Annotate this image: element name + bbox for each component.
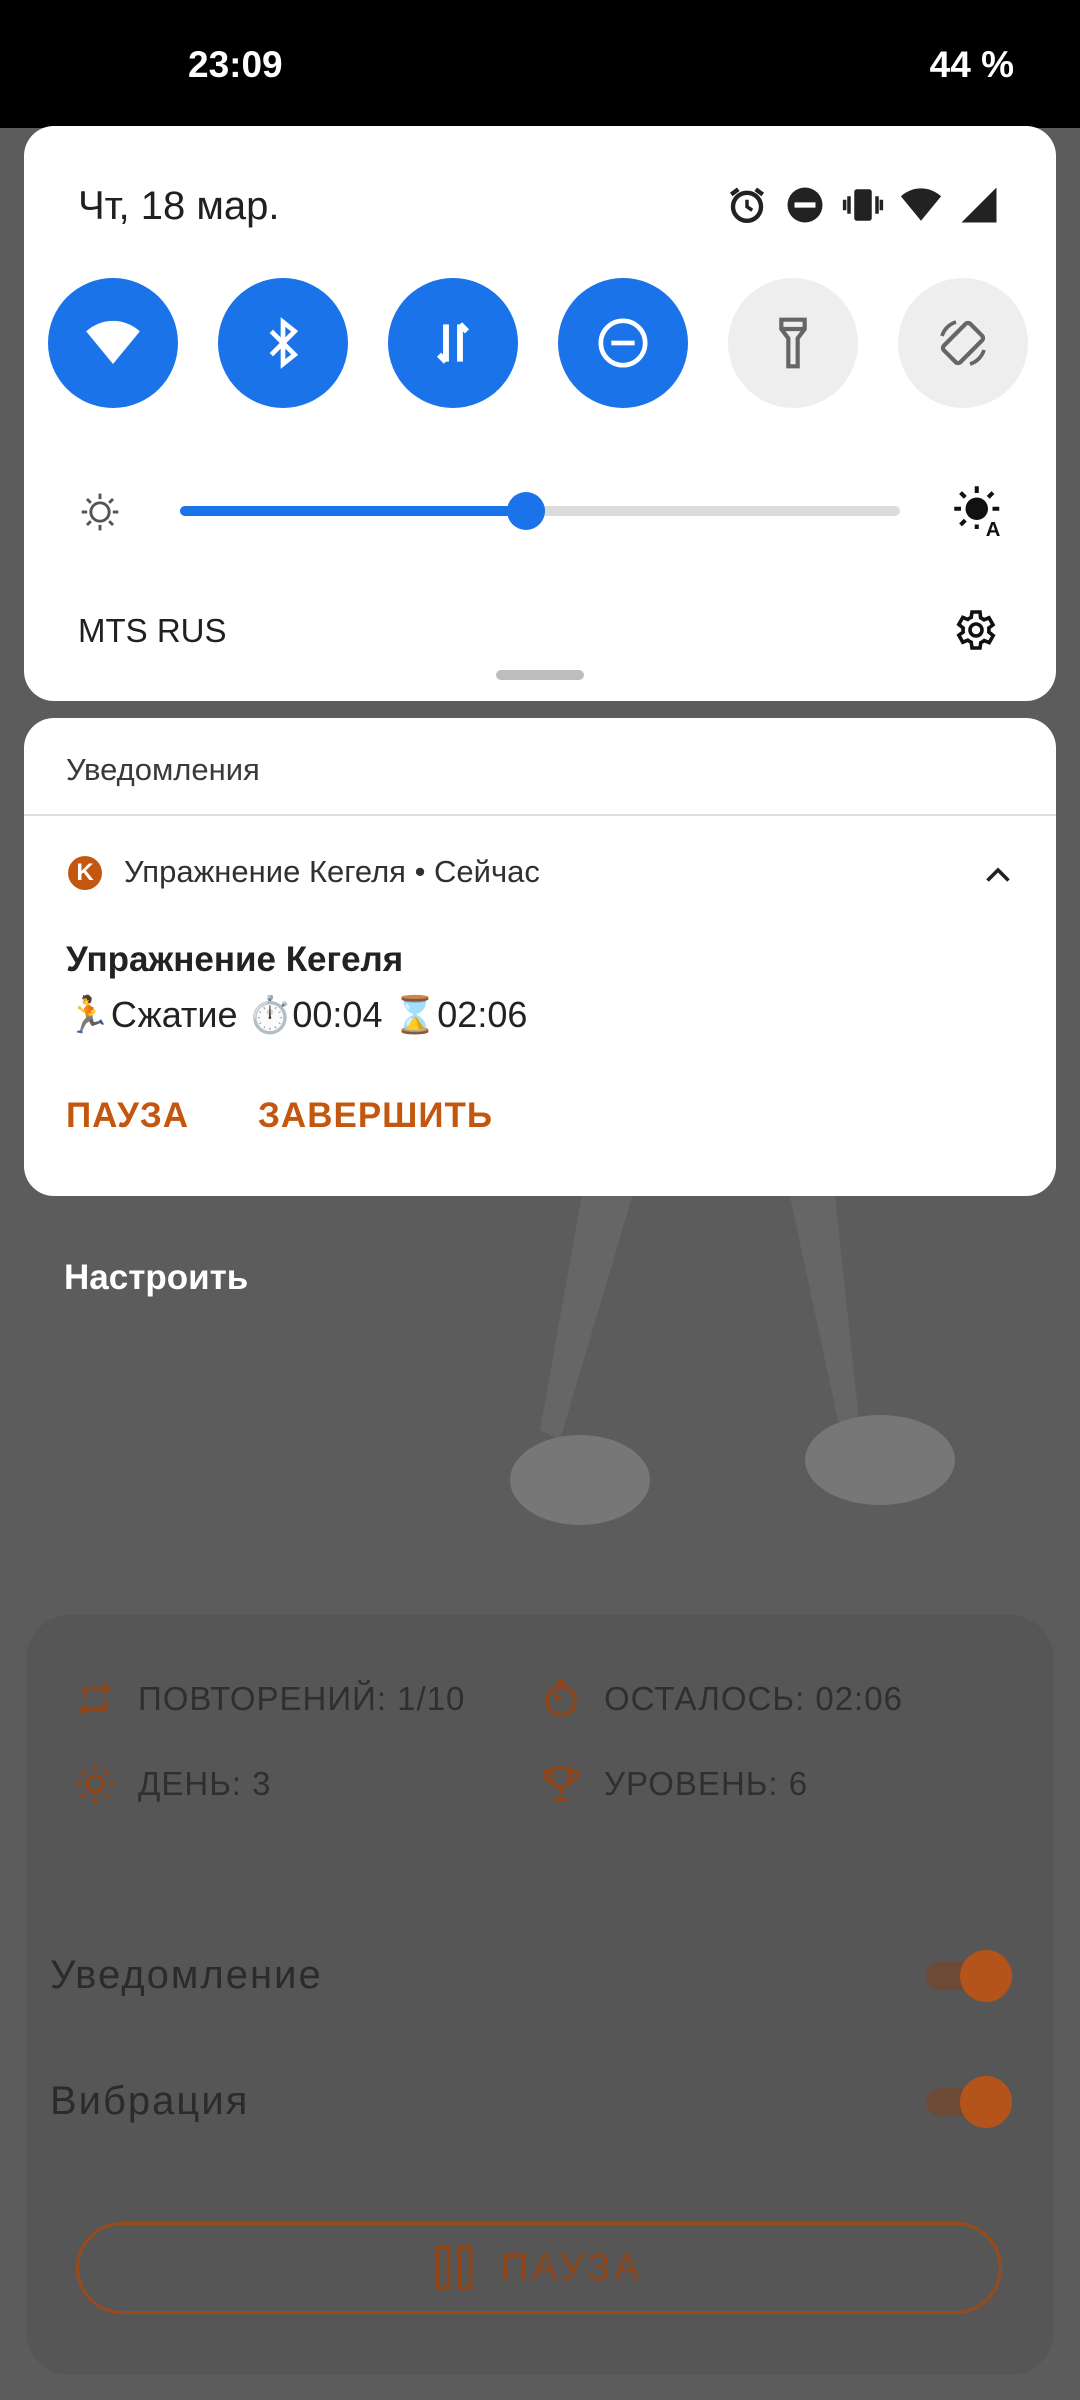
stat-day: ДЕНЬ: 3 xyxy=(74,1763,272,1805)
repeat-icon xyxy=(79,1681,111,1717)
notification-app-line: Упражнение Кегеля • Сейчас xyxy=(124,854,540,889)
svg-text:A: A xyxy=(986,519,1001,538)
notifications-header: Уведомления xyxy=(66,752,260,787)
vibration-toggle-row: Вибрация xyxy=(50,2076,1012,2128)
divider xyxy=(24,814,1056,816)
notification-toggle-row: Уведомление xyxy=(50,1950,1012,2002)
status-time: 23:09 xyxy=(188,44,283,85)
vibrate-icon xyxy=(842,189,884,221)
signal-icon xyxy=(961,187,997,223)
sun-icon xyxy=(75,1764,115,1804)
tile-mobile-data[interactable] xyxy=(388,278,518,408)
notification-card[interactable]: Уведомления K Упражнение Кегеля • Сейчас… xyxy=(24,718,1056,1196)
vibration-toggle[interactable] xyxy=(926,2076,1012,2128)
tile-bluetooth[interactable] xyxy=(218,278,348,408)
tile-wifi[interactable] xyxy=(48,278,178,408)
stat-repeats: ПОВТОРЕНИЙ: 1/10 xyxy=(74,1678,465,1720)
kegel-app-icon: K xyxy=(68,856,102,890)
alarm-icon xyxy=(729,187,765,223)
notification-toggle[interactable] xyxy=(926,1950,1012,2002)
pause-icon xyxy=(435,2246,473,2290)
stat-remaining: ОСТАЛОСЬ: 02:06 xyxy=(540,1678,903,1720)
tile-auto-rotate[interactable] xyxy=(898,278,1028,408)
flashlight-icon xyxy=(779,317,807,369)
stat-day-label: ДЕНЬ: 3 xyxy=(138,1765,272,1802)
notification-text: 🏃Сжатие ⏱️00:04 ⌛02:06 xyxy=(66,994,528,1035)
status-bar: 23:09 44 % xyxy=(0,0,1080,128)
brightness-slider-thumb[interactable] xyxy=(506,492,545,530)
qs-date: Чт, 18 мар. xyxy=(78,184,280,228)
tile-do-not-disturb[interactable] xyxy=(558,278,688,408)
qs-status-icons xyxy=(726,184,1000,226)
bluetooth-icon xyxy=(269,317,299,369)
wifi-icon xyxy=(86,320,140,364)
notification-pause-button[interactable]: ПАУЗА xyxy=(66,1096,189,1136)
brightness-low-icon xyxy=(81,493,119,531)
stat-level-label: УРОВЕНЬ: 6 xyxy=(604,1765,809,1802)
background-pause-button[interactable]: ПАУЗА xyxy=(76,2222,1002,2314)
brightness-auto-icon[interactable]: A xyxy=(952,484,1006,538)
vibration-toggle-label: Вибрация xyxy=(50,2078,250,2123)
auto-rotate-icon xyxy=(940,320,986,366)
tile-flashlight[interactable] xyxy=(728,278,858,408)
quick-settings-panel: Чт, 18 мар. A MTS RUS xyxy=(24,126,1056,701)
brightness-slider-fill xyxy=(180,506,526,516)
dnd-icon xyxy=(598,318,648,368)
notification-finish-button[interactable]: ЗАВЕРШИТЬ xyxy=(258,1096,493,1136)
background-pause-label: ПАУЗА xyxy=(500,2246,644,2289)
notification-title: Упражнение Кегеля xyxy=(66,940,404,979)
status-battery: 44 % xyxy=(929,44,1014,85)
carrier-name: MTS RUS xyxy=(78,612,227,649)
trophy-icon xyxy=(543,1766,579,1802)
data-transfer-icon xyxy=(436,322,470,364)
notification-toggle-label: Уведомление xyxy=(50,1952,323,1997)
brightness-slider[interactable] xyxy=(180,492,900,530)
chevron-up-icon[interactable] xyxy=(980,858,1016,894)
stat-level: УРОВЕНЬ: 6 xyxy=(540,1763,808,1805)
exercise-figure-illustration xyxy=(510,1150,955,1525)
settings-gear-icon[interactable] xyxy=(950,606,998,654)
stat-repeats-label: ПОВТОРЕНИЙ: 1/10 xyxy=(138,1680,466,1717)
timer-icon xyxy=(545,1679,577,1717)
customize-button[interactable]: Настроить xyxy=(64,1258,248,1298)
wifi-status-icon xyxy=(900,188,942,221)
dnd-status-icon xyxy=(787,187,823,223)
stat-remaining-label: ОСТАЛОСЬ: 02:06 xyxy=(604,1680,903,1717)
qs-drag-handle[interactable] xyxy=(496,670,584,680)
